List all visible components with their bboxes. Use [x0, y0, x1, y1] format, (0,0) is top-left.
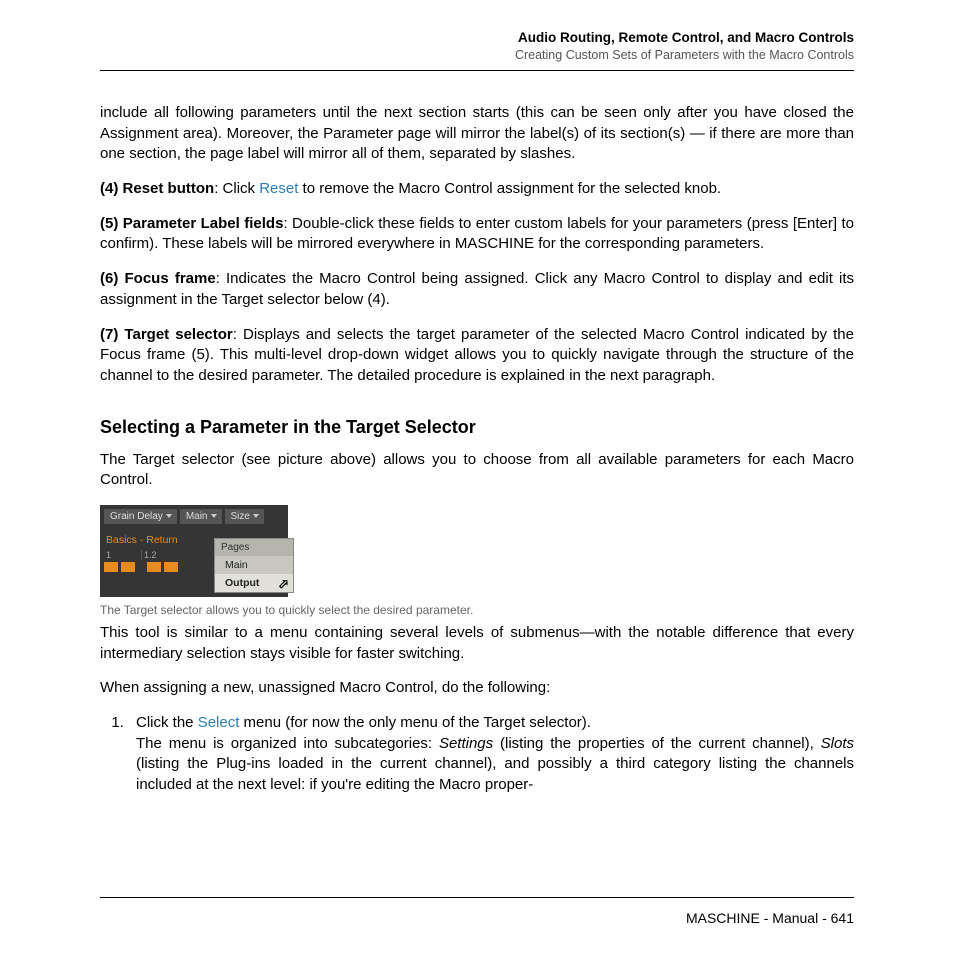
step-1-pre: Click the: [136, 714, 198, 731]
dropdown-header: Pages: [215, 539, 293, 556]
header-subtitle: Creating Custom Sets of Parameters with …: [100, 48, 854, 62]
figure-caption: The Target selector allows you to quickl…: [100, 603, 854, 617]
basics-return-label: Basics - Return: [104, 530, 210, 548]
item-4-pre: : Click: [214, 180, 259, 197]
cell[interactable]: [147, 562, 161, 572]
pages-dropdown[interactable]: Pages Main Output ⬀: [214, 538, 294, 593]
step-1-body-mid2: (listing the Plug-ins loaded in the curr…: [136, 755, 854, 793]
breadcrumb-row: Grain Delay Main Size: [104, 509, 284, 524]
item-5-label: Parameter Label fields: [123, 215, 284, 232]
item-6-num: (6): [100, 270, 118, 287]
reset-link[interactable]: Reset: [259, 180, 298, 197]
step-1: Click the Select menu (for now the only …: [128, 713, 854, 796]
cell-label-1: 1: [104, 550, 140, 560]
chevron-down-icon: [211, 514, 217, 518]
slots-italic: Slots: [821, 735, 854, 752]
item-4-num: (4): [100, 180, 118, 197]
cell[interactable]: [104, 562, 118, 572]
item-5-num: (5): [100, 215, 118, 232]
cell-label-2: 1.2: [141, 550, 178, 560]
figure-canvas: Grain Delay Main Size Basics - Return 1 …: [100, 505, 288, 597]
chevron-down-icon: [166, 514, 172, 518]
step-1-mid: menu (for now the only menu of the Targe…: [239, 714, 591, 731]
body-content: include all following parameters until t…: [100, 103, 854, 796]
item-5: (5) Parameter Label fields: Double-click…: [100, 214, 854, 255]
select-link[interactable]: Select: [198, 714, 240, 731]
item-7-label: Target selector: [124, 326, 232, 343]
header-title: Audio Routing, Remote Control, and Macro…: [100, 30, 854, 45]
dropdown-item-output[interactable]: Output ⬀: [215, 574, 293, 592]
cell-row: [104, 562, 210, 572]
step-1-body-pre: The menu is organized into subcategories…: [136, 735, 439, 752]
section-intro: The Target selector (see picture above) …: [100, 450, 854, 491]
item-7-num: (7): [100, 326, 118, 343]
paragraph-assign: When assigning a new, unassigned Macro C…: [100, 678, 854, 699]
item-6-label: Focus frame: [125, 270, 216, 287]
paragraph-intro: include all following parameters until t…: [100, 103, 854, 165]
item-4: (4) Reset button: Click Reset to remove …: [100, 179, 854, 200]
settings-italic: Settings: [439, 735, 493, 752]
cell[interactable]: [164, 562, 178, 572]
item-4-label: Reset button: [123, 180, 215, 197]
page-footer: MASCHINE - Manual - 641: [100, 897, 854, 926]
crumb-size[interactable]: Size: [225, 509, 264, 524]
page-header: Audio Routing, Remote Control, and Macro…: [100, 30, 854, 71]
chevron-down-icon: [253, 514, 259, 518]
dropdown-item-main[interactable]: Main: [215, 556, 293, 574]
crumb-main[interactable]: Main: [180, 509, 222, 524]
steps-list: Click the Select menu (for now the only …: [100, 713, 854, 796]
crumb-grain-delay[interactable]: Grain Delay: [104, 509, 177, 524]
item-7: (7) Target selector: Displays and select…: [100, 325, 854, 387]
cell[interactable]: [121, 562, 135, 572]
cursor-icon: ⬀: [278, 576, 289, 592]
section-heading: Selecting a Parameter in the Target Sele…: [100, 417, 854, 438]
item-4-post: to remove the Macro Control assignment f…: [298, 180, 721, 197]
step-1-body-mid1: (listing the properties of the current c…: [493, 735, 820, 752]
target-selector-figure: Grain Delay Main Size Basics - Return 1 …: [100, 505, 854, 617]
paragraph-tool: This tool is similar to a menu containin…: [100, 623, 854, 664]
item-6: (6) Focus frame: Indicates the Macro Con…: [100, 269, 854, 310]
